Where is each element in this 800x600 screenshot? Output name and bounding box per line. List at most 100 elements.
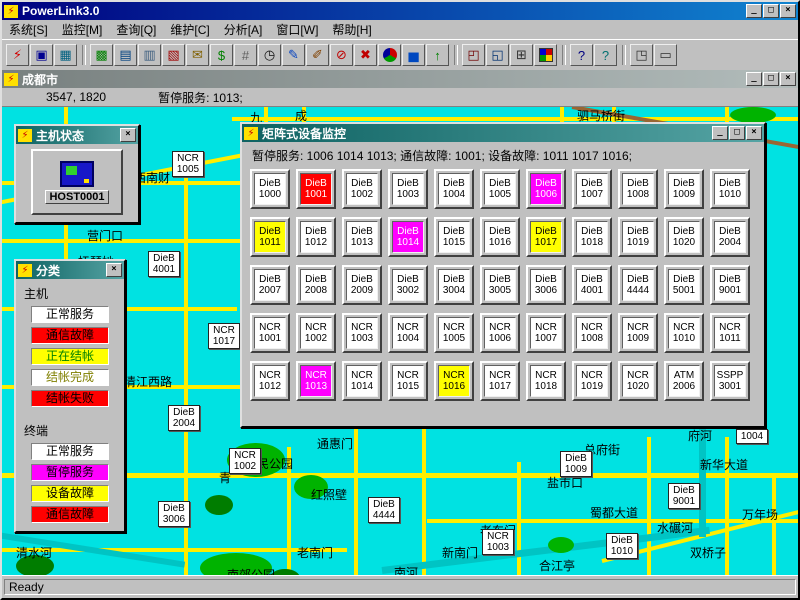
device-button-DieB-3005[interactable]: DieB3005 <box>480 265 520 305</box>
menu-item-5[interactable]: 窗口[W] <box>269 19 325 40</box>
report-icon[interactable]: ▧ <box>162 44 185 66</box>
device-button-NCR-1015[interactable]: NCR1015 <box>388 361 428 401</box>
device-button-NCR-1005[interactable]: NCR1005 <box>434 313 474 353</box>
device-button-SSPP-3001[interactable]: SSPP3001 <box>710 361 750 401</box>
device-button-NCR-1014[interactable]: NCR1014 <box>342 361 382 401</box>
lightning-icon[interactable]: ⚡ <box>6 44 29 66</box>
device-button-DieB-1006[interactable]: DieB1006 <box>526 169 566 209</box>
map-device-button-DieB2004[interactable]: DieB2004 <box>168 405 200 431</box>
device-button-DieB-3004[interactable]: DieB3004 <box>434 265 474 305</box>
device-button-NCR-1004[interactable]: NCR1004 <box>388 313 428 353</box>
help-icon[interactable]: ? <box>570 44 593 66</box>
device-button-DieB-1003[interactable]: DieB1003 <box>388 169 428 209</box>
device-button-DieB-1011[interactable]: DieB1011 <box>250 217 290 257</box>
palette-icon[interactable] <box>534 44 557 66</box>
map-device-button-DieB9001[interactable]: DieB9001 <box>668 483 700 509</box>
map-device-button-DieB4001[interactable]: DieB4001 <box>148 251 180 277</box>
device-button-ATM-2006[interactable]: ATM2006 <box>664 361 704 401</box>
pen-icon[interactable]: ✎ <box>282 44 305 66</box>
device-button-DieB-1008[interactable]: DieB1008 <box>618 169 658 209</box>
device-button-DieB-1000[interactable]: DieB1000 <box>250 169 290 209</box>
device-button-NCR-1018[interactable]: NCR1018 <box>526 361 566 401</box>
device-button-DieB-1014[interactable]: DieB1014 <box>388 217 428 257</box>
device-button-DieB-1005[interactable]: DieB1005 <box>480 169 520 209</box>
device-button-DieB-1007[interactable]: DieB1007 <box>572 169 612 209</box>
device-button-NCR-1006[interactable]: NCR1006 <box>480 313 520 353</box>
device-button-DieB-1018[interactable]: DieB1018 <box>572 217 612 257</box>
map-device-button-NCR1005[interactable]: NCR1005 <box>172 151 204 177</box>
device-button-DieB-1004[interactable]: DieB1004 <box>434 169 474 209</box>
device-button-DieB-1001[interactable]: DieB1001 <box>296 169 336 209</box>
menu-item-2[interactable]: 查询[Q] <box>109 19 163 40</box>
map-device-button-NCR1003[interactable]: NCR1003 <box>482 529 514 555</box>
device-button-DieB-1002[interactable]: DieB1002 <box>342 169 382 209</box>
device-button-DieB-1016[interactable]: DieB1016 <box>480 217 520 257</box>
device-button-DieB-1009[interactable]: DieB1009 <box>664 169 704 209</box>
matrix-minimize-button[interactable]: _ <box>712 126 728 140</box>
device-button-DieB-3002[interactable]: DieB3002 <box>388 265 428 305</box>
device-button-DieB-2008[interactable]: DieB2008 <box>296 265 336 305</box>
menu-item-3[interactable]: 维护[C] <box>163 19 216 40</box>
minimize-button[interactable]: _ <box>746 4 762 18</box>
menu-item-4[interactable]: 分析[A] <box>217 19 270 40</box>
cascade-windows-icon[interactable]: ◰ <box>462 44 485 66</box>
device-button-NCR-1007[interactable]: NCR1007 <box>526 313 566 353</box>
device-button-NCR-1003[interactable]: NCR1003 <box>342 313 382 353</box>
device-button-NCR-1016[interactable]: NCR1016 <box>434 361 474 401</box>
device-button-DieB-5001[interactable]: DieB5001 <box>664 265 704 305</box>
window-icon[interactable]: ◳ <box>630 44 653 66</box>
device-button-NCR-1008[interactable]: NCR1008 <box>572 313 612 353</box>
device-button-NCR-1001[interactable]: NCR1001 <box>250 313 290 353</box>
map-device-button-DieB1009[interactable]: DieB1009 <box>560 451 592 477</box>
arrange-icons-icon[interactable]: ⊞ <box>510 44 533 66</box>
device-button-NCR-1012[interactable]: NCR1012 <box>250 361 290 401</box>
child-minimize-button[interactable]: _ <box>746 72 762 86</box>
child-close-button[interactable]: × <box>780 72 796 86</box>
device-button-DieB-2009[interactable]: DieB2009 <box>342 265 382 305</box>
device-button-DieB-1017[interactable]: DieB1017 <box>526 217 566 257</box>
pencil-icon[interactable]: ✐ <box>306 44 329 66</box>
device-button-NCR-1002[interactable]: NCR1002 <box>296 313 336 353</box>
host-monitor-icon[interactable]: ▣ <box>30 44 53 66</box>
device-button-DieB-1010[interactable]: DieB1010 <box>710 169 750 209</box>
matrix-close-button[interactable]: × <box>746 126 762 140</box>
map-device-button-1004[interactable]: 1004 <box>736 429 768 444</box>
device-table-icon[interactable]: ▤ <box>114 44 137 66</box>
device-button-DieB-4444[interactable]: DieB4444 <box>618 265 658 305</box>
matrix-maximize-button[interactable]: □ <box>729 126 745 140</box>
device-button-DieB-9001[interactable]: DieB9001 <box>710 265 750 305</box>
device-button-DieB-1013[interactable]: DieB1013 <box>342 217 382 257</box>
host0001-button[interactable]: HOST0001 <box>31 149 123 215</box>
device-button-NCR-1013[interactable]: NCR1013 <box>296 361 336 401</box>
menu-item-0[interactable]: 系统[S] <box>2 19 55 40</box>
legend-close-button[interactable]: × <box>106 263 122 277</box>
clock-icon[interactable]: ◷ <box>258 44 281 66</box>
map-device-button-NCR1002[interactable]: NCR1002 <box>229 448 261 474</box>
mail-icon[interactable]: ✉ <box>186 44 209 66</box>
bar-chart-icon[interactable]: ▅ <box>402 44 425 66</box>
host-close-button[interactable]: × <box>120 128 136 142</box>
map-icon[interactable]: ▩ <box>90 44 113 66</box>
device-button-DieB-2004[interactable]: DieB2004 <box>710 217 750 257</box>
cash-icon[interactable]: $ <box>210 44 233 66</box>
map-device-button-NCR1017[interactable]: NCR1017 <box>208 323 240 349</box>
device-button-DieB-3006[interactable]: DieB3006 <box>526 265 566 305</box>
device-button-DieB-4001[interactable]: DieB4001 <box>572 265 612 305</box>
device-button-DieB-2007[interactable]: DieB2007 <box>250 265 290 305</box>
menu-item-1[interactable]: 监控[M] <box>55 19 110 40</box>
child-maximize-button[interactable]: □ <box>763 72 779 86</box>
device-button-NCR-1010[interactable]: NCR1010 <box>664 313 704 353</box>
device-button-DieB-1019[interactable]: DieB1019 <box>618 217 658 257</box>
context-help-icon[interactable]: ? <box>594 44 617 66</box>
maximize-button[interactable]: □ <box>763 4 779 18</box>
device-button-NCR-1019[interactable]: NCR1019 <box>572 361 612 401</box>
fullscreen-icon[interactable]: ▭ <box>654 44 677 66</box>
device-button-NCR-1011[interactable]: NCR1011 <box>710 313 750 353</box>
menu-item-6[interactable]: 帮助[H] <box>325 19 378 40</box>
device-button-NCR-1017[interactable]: NCR1017 <box>480 361 520 401</box>
forbid-icon[interactable]: ⊘ <box>330 44 353 66</box>
trend-chart-icon[interactable]: ↑ <box>426 44 449 66</box>
abacus-icon[interactable]: # <box>234 44 257 66</box>
device-button-NCR-1009[interactable]: NCR1009 <box>618 313 658 353</box>
map-device-button-DieB1010[interactable]: DieB1010 <box>606 533 638 559</box>
